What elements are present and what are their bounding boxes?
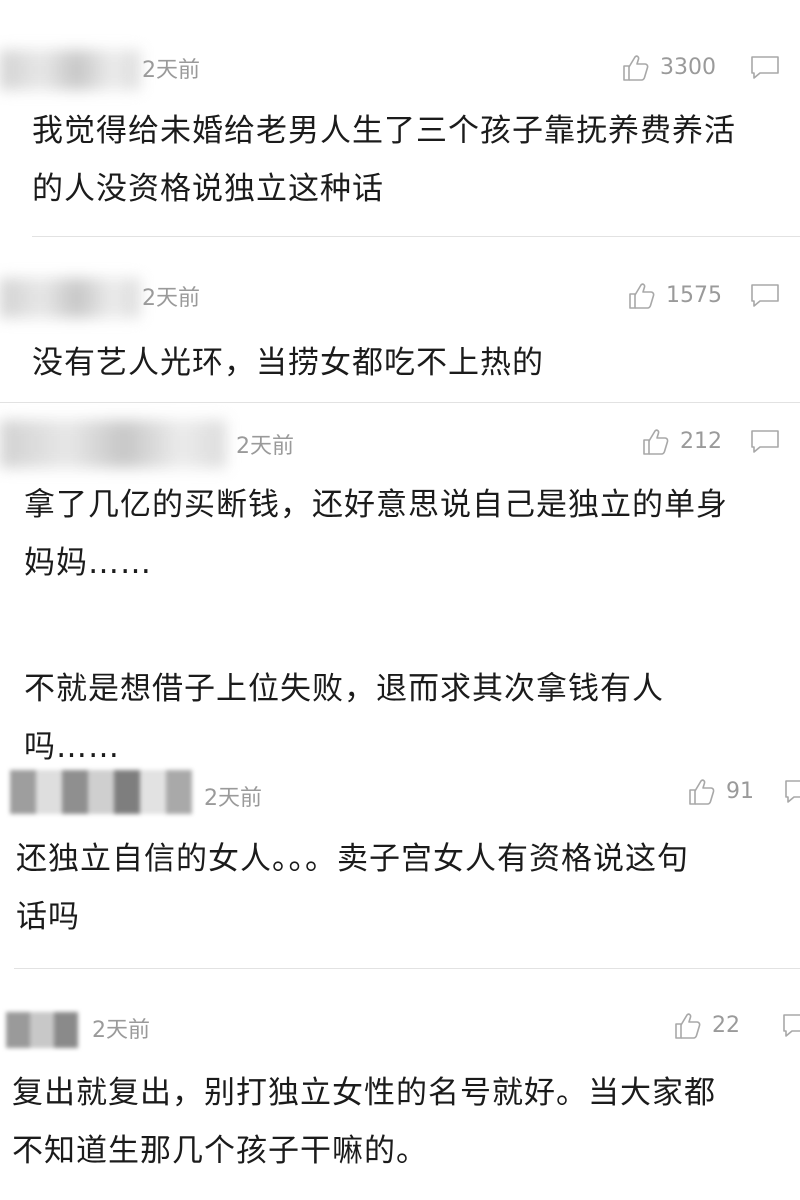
- blurred-avatar-username[interactable]: [10, 770, 192, 814]
- comment-line: [24, 592, 728, 660]
- comment-text: 拿了几亿的买断钱，还好意思说自己是独立的单身 妈妈…… 不就是想借子上位失败，退…: [24, 476, 728, 776]
- divider: [0, 402, 800, 403]
- like-count: 1575: [666, 283, 722, 308]
- comment-text: 我觉得给未婚给老男人生了三个孩子靠抚养费养活 的人没资格说独立这种话: [32, 102, 736, 218]
- like-button[interactable]: 1575: [626, 278, 722, 314]
- comment-bubble-icon[interactable]: [750, 282, 780, 310]
- comment-time: 2天前: [204, 786, 262, 811]
- comment-time: 2天前: [236, 434, 294, 459]
- comment-time: 2天前: [142, 286, 200, 311]
- comment-bubble-icon[interactable]: [750, 428, 780, 456]
- thumbs-up-icon: [643, 429, 669, 455]
- comment-text: 没有艺人光环，当捞女都吃不上热的: [32, 334, 544, 392]
- thumbs-up-icon: [623, 55, 649, 81]
- thumbs-up-icon: [675, 1013, 701, 1039]
- comment-line: 不就是想借子上位失败，退而求其次拿钱有人: [24, 671, 664, 707]
- like-count: 3300: [660, 55, 716, 80]
- comment-bubble-icon[interactable]: [784, 778, 800, 806]
- comment-line: 话吗: [16, 899, 80, 935]
- comment-line: 吗……: [24, 729, 120, 765]
- like-count: 91: [726, 779, 754, 804]
- like-button[interactable]: 3300: [620, 50, 716, 86]
- comment-text: 还独立自信的女人。。。卖子宫女人有资格说这句 话吗: [16, 830, 689, 946]
- comment-line: 我觉得给未婚给老男人生了三个孩子靠抚养费养活: [32, 113, 736, 149]
- comment-text: 复出就复出，别打独立女性的名号就好。当大家都 不知道生那几个孩子干嘛的。: [12, 1064, 716, 1180]
- blurred-avatar-username[interactable]: [6, 1012, 78, 1048]
- like-count: 212: [680, 429, 722, 454]
- comment-time: 2天前: [142, 58, 200, 83]
- blurred-avatar-username[interactable]: [0, 278, 140, 318]
- comment-line: 还独立自信的女人。。。卖子宫女人有资格说这句: [16, 841, 689, 877]
- blurred-avatar-username[interactable]: [0, 50, 140, 90]
- comment-line: 不知道生那几个孩子干嘛的。: [12, 1133, 428, 1169]
- like-button[interactable]: 212: [640, 424, 722, 460]
- like-button[interactable]: 22: [672, 1008, 740, 1044]
- divider: [14, 968, 800, 969]
- comment-line: 妈妈……: [24, 545, 152, 581]
- comment-bubble-icon[interactable]: [750, 54, 780, 82]
- comment-line: 没有艺人光环，当捞女都吃不上热的: [32, 345, 544, 381]
- divider: [32, 236, 800, 237]
- comment-time: 2天前: [92, 1018, 150, 1043]
- like-button[interactable]: 91: [686, 774, 754, 810]
- blurred-avatar-username[interactable]: [0, 420, 226, 468]
- thumbs-up-icon: [689, 779, 715, 805]
- comment-bubble-icon[interactable]: [782, 1012, 800, 1040]
- comment-line: 拿了几亿的买断钱，还好意思说自己是独立的单身: [24, 487, 728, 523]
- thumbs-up-icon: [629, 283, 655, 309]
- comment-line: 的人没资格说独立这种话: [32, 171, 384, 207]
- like-count: 22: [712, 1013, 740, 1038]
- comment-line: 复出就复出，别打独立女性的名号就好。当大家都: [12, 1075, 716, 1111]
